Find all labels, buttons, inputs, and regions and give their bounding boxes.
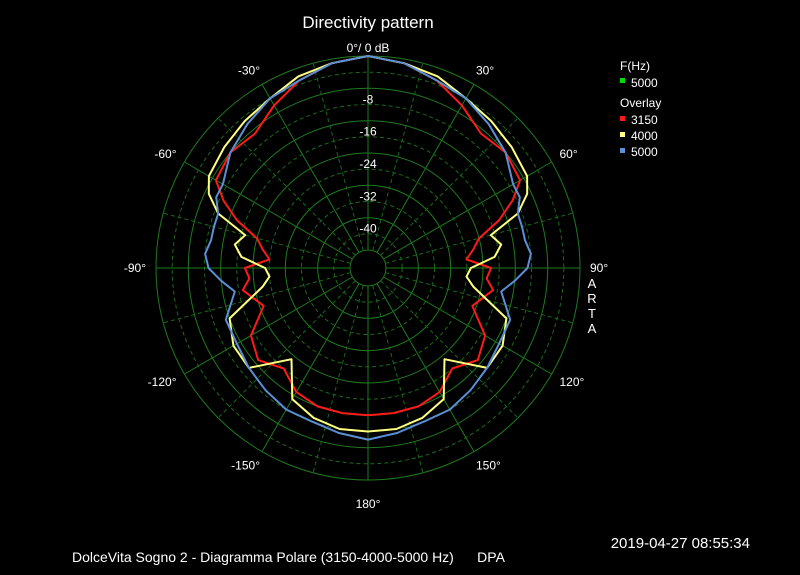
- legend-label-3150: 3150: [631, 113, 658, 127]
- radial-tick-label: -16: [359, 125, 377, 139]
- angle-label: 90°: [590, 261, 608, 275]
- angle-label: -60°: [154, 147, 176, 161]
- legend-freq-header: F(Hz): [620, 59, 650, 73]
- arta-letter: T: [588, 306, 596, 321]
- angle-label: 180°: [356, 497, 381, 511]
- arta-letter: A: [588, 321, 597, 336]
- polar-chart: -8 -16 -24 -32 -40 30° 60° 90° 120° 150° 180° -150°…: [72, 13, 750, 565]
- radial-tick-label: -24: [359, 157, 377, 171]
- legend-swatch-4000: [620, 132, 625, 137]
- legend-label-4000: 4000: [631, 129, 658, 143]
- radial-tick-label: -32: [359, 189, 377, 203]
- angle-label: 150°: [476, 459, 501, 473]
- legend-current-label: 5000: [631, 76, 658, 90]
- radial-tick-label: -8: [363, 92, 374, 106]
- angle-label: 30°: [476, 64, 494, 78]
- grid-spoke: [184, 276, 353, 375]
- angle-label: -150°: [231, 459, 260, 473]
- legend-current-swatch: [620, 78, 625, 83]
- axis-labels: -8 -16 -24 -32 -40 30° 60° 90° 120° 150° 180° -150°…: [124, 64, 609, 512]
- grid-ring: [349, 249, 387, 287]
- arta-side-label: ARTA: [587, 276, 596, 336]
- radial-tick-label: -40: [359, 222, 377, 236]
- legend-overlay-header: Overlay: [620, 96, 661, 110]
- center-reference-label: 0°/ 0 dB: [347, 41, 390, 55]
- angle-label: 60°: [560, 147, 578, 161]
- grid-spoke: [376, 283, 475, 452]
- legend-swatch-3150: [620, 116, 625, 121]
- arta-letter: R: [587, 291, 596, 306]
- grid-spoke: [261, 84, 360, 253]
- timestamp: 2019-04-27 08:55:34: [611, 535, 750, 552]
- polar-grid: [155, 55, 581, 481]
- grid-spoke: [261, 283, 360, 452]
- angle-label: 120°: [560, 375, 585, 389]
- arta-letter: A: [588, 276, 597, 291]
- chart-title: Directivity pattern: [302, 13, 433, 32]
- grid-spoke: [383, 276, 552, 375]
- footer-caption: DolceVita Sogno 2 - Diagramma Polare (31…: [72, 549, 506, 565]
- angle-label: -90°: [124, 261, 146, 275]
- angle-label: -30°: [238, 64, 260, 78]
- grid-spoke: [376, 84, 475, 253]
- legend: F(Hz) 5000 Overlay 3150 4000 5000: [620, 59, 661, 159]
- angle-label: -120°: [148, 375, 177, 389]
- legend-swatch-5000: [620, 148, 625, 153]
- legend-label-5000: 5000: [631, 145, 658, 159]
